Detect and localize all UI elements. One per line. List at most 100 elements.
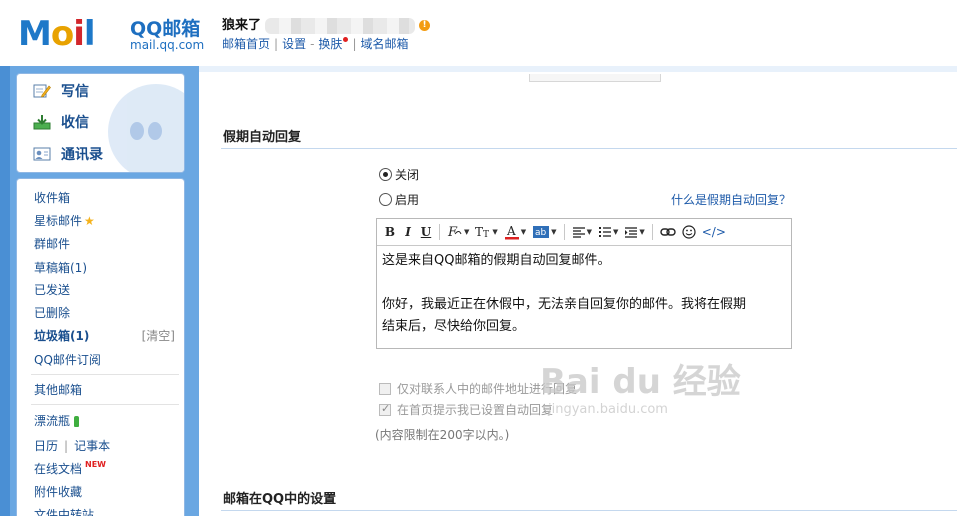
logo-mark: Moil <box>18 14 95 54</box>
link-separator: | <box>352 37 357 51</box>
folder-qq-subscription[interactable]: QQ邮件订阅 <box>34 351 101 368</box>
contacts-button[interactable]: 通讯录 <box>33 141 103 167</box>
online-docs-label: 在线文档 <box>34 462 83 476</box>
logo-domain: mail.qq.com <box>130 38 205 52</box>
contacts-label: 通讯录 <box>61 147 103 163</box>
checkbox-show-home[interactable] <box>379 402 391 416</box>
receive-button[interactable]: 收信 <box>33 109 89 135</box>
font-size-icon: TT <box>475 225 489 239</box>
baidu-watermark-url: jingyan.baidu.com <box>548 402 668 417</box>
checkbox-show-home-label: 在首页提示我已设置自动回复 <box>397 403 554 417</box>
link-mail-home[interactable]: 邮箱首页 <box>222 37 270 51</box>
help-link-vacation-reply[interactable]: 什么是假期自动回复？ <box>671 191 791 208</box>
font-color-button[interactable]: A ▼ <box>501 222 529 242</box>
folder-sent[interactable]: 已发送 <box>34 281 70 298</box>
contact-card-icon <box>33 146 51 162</box>
source-code-button[interactable]: </> <box>699 222 729 242</box>
link-settings[interactable]: 设置 <box>282 37 306 51</box>
editor-blank-line <box>382 272 786 294</box>
folder-calendar[interactable]: 日历 <box>34 439 58 453</box>
compose-panel: 写信 收信 通讯录 <box>16 73 185 173</box>
folder-drift-bottle[interactable]: 漂流瓶 <box>34 412 80 429</box>
folder-group[interactable]: 群邮件 <box>34 235 70 252</box>
folder-list: 收件箱 星标邮件 ★ 群邮件 草稿箱(1) 已发送 已删除 垃圾箱(1) [清空]… <box>16 178 185 516</box>
svg-text:T: T <box>483 230 489 239</box>
qq-mail-logo[interactable]: Moil QQ邮箱 mail.qq.com <box>18 14 204 54</box>
receive-label: 收信 <box>61 115 89 131</box>
divider <box>31 404 179 405</box>
radio-off[interactable] <box>379 168 392 181</box>
warning-icon[interactable]: ! <box>419 20 431 31</box>
blurred-email <box>265 17 416 34</box>
folder-drafts[interactable]: 草稿箱(1) <box>34 259 87 276</box>
link-separator: | <box>274 37 279 51</box>
star-icon: ★ <box>84 214 95 228</box>
folder-deleted[interactable]: 已删除 <box>34 304 70 321</box>
section-title-vacation-reply: 假期自动回复 <box>223 130 302 145</box>
compose-label: 写信 <box>61 84 89 100</box>
top-links: 邮箱首页 | 设置 - 换肤 | 域名邮箱 <box>222 35 409 52</box>
folder-online-docs[interactable]: 在线文档 NEW <box>34 460 106 477</box>
toolbar-separator <box>563 224 565 240</box>
font-family-icon: F <box>447 225 462 239</box>
align-left-icon <box>572 227 585 238</box>
folder-attachments[interactable]: 附件收藏 <box>34 483 82 500</box>
indent-button[interactable]: ▼ <box>621 222 647 242</box>
svg-text:A: A <box>506 224 516 238</box>
rich-text-editor[interactable]: B I U F ▼ T T ▼ A ▼ ab ▼ ▼ ▼ ▼ </> 这是来自Q… <box>376 218 792 349</box>
divider <box>31 374 179 375</box>
compose-button[interactable]: 写信 <box>33 78 89 104</box>
checkbox-contacts-only[interactable] <box>379 382 391 395</box>
folder-inbox[interactable]: 收件箱 <box>34 189 70 206</box>
numbered-list-icon <box>598 227 611 237</box>
qq-penguin-watermark-icon <box>108 84 184 172</box>
header-bar: Moil QQ邮箱 mail.qq.com 狼来了! 邮箱首页 | 设置 - 换肤 | 域名… <box>0 0 957 66</box>
toolbar-separator <box>651 224 653 240</box>
link-button[interactable] <box>657 222 679 242</box>
section-divider <box>221 148 957 149</box>
list-button[interactable]: ▼ <box>595 222 621 242</box>
background-color-icon: ab <box>533 226 550 238</box>
svg-text:T: T <box>475 225 483 239</box>
font-family-button[interactable]: F ▼ <box>444 222 472 242</box>
radio-on[interactable] <box>379 193 392 206</box>
link-domain-mail[interactable]: 域名邮箱 <box>360 37 408 51</box>
background-color-button[interactable]: ab ▼ <box>529 222 559 242</box>
folder-file-transfer[interactable]: 文件中转站 <box>34 506 94 516</box>
radio-on-row[interactable]: 启用 <box>379 191 419 208</box>
content-limit-note: (内容限制在200字以内。) <box>375 428 510 442</box>
editor-content[interactable]: 这是来自QQ邮箱的假期自动回复邮件。 你好，我最近正在休假中，无法亲自回复你的邮… <box>377 246 791 342</box>
folder-starred[interactable]: 星标邮件 ★ <box>34 212 95 229</box>
editor-line: 结束后，尽快给你回复。 <box>382 319 526 334</box>
editor-line: 这是来自QQ邮箱的假期自动回复邮件。 <box>382 253 611 268</box>
italic-button[interactable]: I <box>399 222 417 242</box>
baidu-watermark: Bai du 经验 <box>540 354 741 403</box>
folder-spam[interactable]: 垃圾箱(1) <box>34 327 89 344</box>
checkbox-show-home-row[interactable]: 在首页提示我已设置自动回复 <box>379 401 553 418</box>
emoji-button[interactable] <box>679 222 699 242</box>
bold-button[interactable]: B <box>381 222 399 242</box>
folder-other-mailbox[interactable]: 其他邮箱 <box>34 381 82 398</box>
underline-button[interactable]: U <box>417 222 435 242</box>
editor-line: 你好，我最近正在休假中，无法亲自回复你的邮件。我将在假期 <box>382 297 747 312</box>
pencil-paper-icon <box>33 83 51 99</box>
main-left-edge <box>192 66 199 516</box>
logo-brand: QQ邮箱 <box>130 18 201 40</box>
clear-spam-link[interactable]: [清空] <box>142 327 175 344</box>
toolbar-separator <box>439 224 440 240</box>
align-button[interactable]: ▼ <box>569 222 595 242</box>
calendar-notes-row: 日历 | 记事本 <box>34 437 110 454</box>
link-separator: | <box>64 439 69 453</box>
folder-notes[interactable]: 记事本 <box>74 439 110 453</box>
user-area: 狼来了! <box>222 14 431 34</box>
svg-text:ab: ab <box>535 228 547 238</box>
bottle-icon <box>74 416 80 427</box>
top-scroll-tab <box>529 74 661 82</box>
section-divider <box>221 510 957 511</box>
link-dash: - <box>310 37 315 51</box>
link-skin[interactable]: 换肤 <box>318 37 342 51</box>
inbox-download-icon <box>33 114 51 130</box>
radio-off-row[interactable]: 关闭 <box>379 166 419 183</box>
editor-toolbar: B I U F ▼ T T ▼ A ▼ ab ▼ ▼ ▼ ▼ </> <box>377 219 791 246</box>
font-size-button[interactable]: T T ▼ <box>472 222 500 242</box>
